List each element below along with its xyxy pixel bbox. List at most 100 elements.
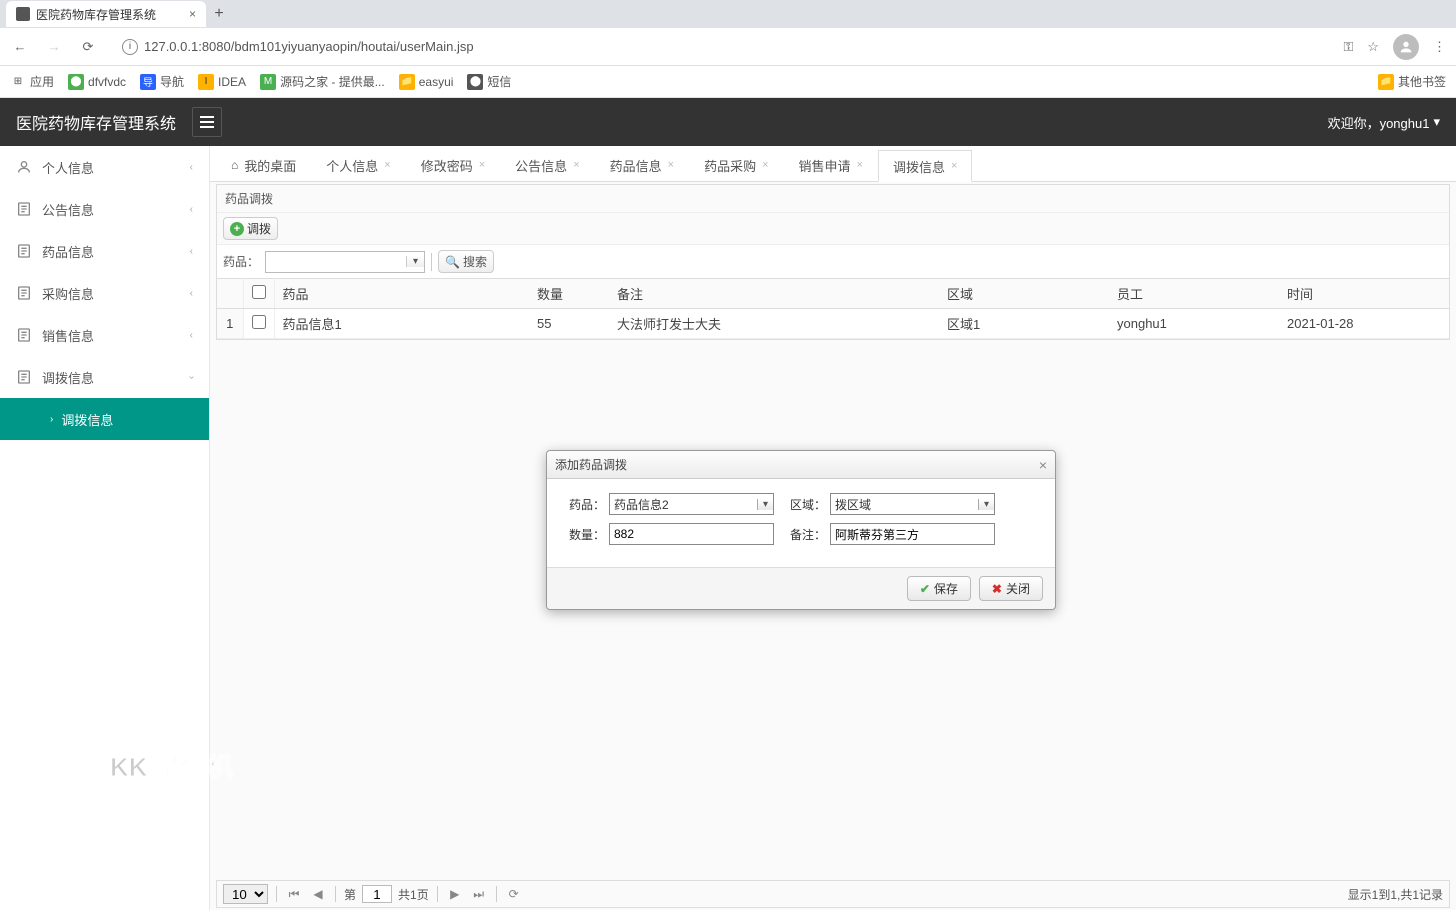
- drug-combo[interactable]: ▾: [265, 251, 425, 273]
- user-icon: [16, 159, 32, 175]
- close-icon[interactable]: ×: [668, 159, 674, 171]
- table-row[interactable]: 1 药品信息1 55 大法师打发士大夫 区域1 yonghu1 2021-01-…: [217, 309, 1449, 339]
- close-icon[interactable]: ×: [762, 159, 768, 171]
- col-time[interactable]: 时间: [1279, 279, 1449, 309]
- reload-button[interactable]: ⟳: [78, 37, 98, 57]
- user-dropdown[interactable]: 欢迎你，yonghu1 ▾: [1328, 113, 1440, 132]
- favicon: [16, 7, 30, 21]
- app-title: 医院药物库存管理系统: [16, 110, 176, 134]
- chevron-left-icon: ‹: [190, 288, 193, 299]
- new-tab-button[interactable]: +: [206, 5, 232, 23]
- page-size-select[interactable]: 10: [223, 884, 268, 904]
- sidebar-item-personal[interactable]: 个人信息 ‹: [0, 146, 209, 188]
- menu-toggle-button[interactable]: [192, 107, 222, 137]
- sidebar-item-notice[interactable]: 公告信息 ‹: [0, 188, 209, 230]
- avatar[interactable]: [1393, 34, 1419, 60]
- bookmark-item[interactable]: ⬤短信: [467, 73, 511, 90]
- filter-row: 药品： ▾ 🔍 搜索: [217, 245, 1449, 278]
- tab-desktop[interactable]: ⌂我的桌面: [216, 149, 311, 181]
- close-icon[interactable]: ×: [189, 7, 196, 21]
- star-icon[interactable]: ☆: [1367, 39, 1379, 55]
- data-table: 药品 数量 备注 区域 员工 时间 1 药品信息1: [217, 278, 1449, 339]
- chrome-menu-icon[interactable]: ⋮: [1433, 39, 1446, 55]
- col-staff[interactable]: 员工: [1109, 279, 1279, 309]
- refresh-button[interactable]: ⟳: [505, 885, 523, 903]
- sidebar-subitem-transfer[interactable]: › 调拨信息: [0, 398, 209, 440]
- tab-sales[interactable]: 销售申请×: [784, 149, 878, 181]
- tabs-bar: ⌂我的桌面 个人信息× 修改密码× 公告信息× 药品信息× 药品采购× 销售申请…: [210, 146, 1456, 182]
- bookmark-item[interactable]: 📁easyui: [399, 74, 454, 90]
- close-icon[interactable]: ×: [1039, 457, 1047, 473]
- region-select[interactable]: 拨区域 ▾: [830, 493, 995, 515]
- row-checkbox[interactable]: [252, 315, 266, 329]
- toolbar: + 调拨: [217, 213, 1449, 245]
- search-button[interactable]: 🔍 搜索: [438, 250, 494, 273]
- cancel-icon: ✖: [992, 582, 1002, 596]
- tab-password[interactable]: 修改密码×: [406, 149, 500, 181]
- tab-notice[interactable]: 公告信息×: [500, 149, 594, 181]
- chevron-left-icon: ‹: [190, 162, 193, 173]
- bookmark-item[interactable]: 导导航: [140, 73, 184, 90]
- key-icon[interactable]: ⚿: [1343, 39, 1353, 55]
- bookmark-item[interactable]: IIDEA: [198, 74, 246, 90]
- qty-label: 数量：: [561, 526, 605, 543]
- bookmark-item[interactable]: ⬤dfvfvdc: [68, 74, 126, 90]
- other-bookmarks[interactable]: 📁其他书签: [1378, 73, 1446, 90]
- url-box[interactable]: i 127.0.0.1:8080/bdm101yiyuanyaopin/hout…: [112, 33, 1329, 61]
- col-region[interactable]: 区域: [939, 279, 1109, 309]
- region-label: 区域：: [782, 496, 826, 513]
- back-button[interactable]: ←: [10, 37, 30, 57]
- dialog-title-bar[interactable]: 添加药品调拨 ×: [547, 451, 1055, 479]
- tab-transfer[interactable]: 调拨信息×: [878, 150, 972, 182]
- app-header: 医院药物库存管理系统 欢迎你，yonghu1 ▾: [0, 98, 1456, 146]
- bookmarks-bar: ⊞应用 ⬤dfvfvdc 导导航 IIDEA M源码之家 - 提供最... 📁e…: [0, 66, 1456, 98]
- filter-label: 药品：: [223, 253, 259, 270]
- apps-button[interactable]: ⊞应用: [10, 73, 54, 90]
- tab-purchase[interactable]: 药品采购×: [689, 149, 783, 181]
- col-drug[interactable]: 药品: [274, 279, 529, 309]
- prev-page-button[interactable]: ◀: [309, 885, 327, 903]
- sidebar-item-sales[interactable]: 销售信息 ‹: [0, 314, 209, 356]
- sidebar-item-purchase[interactable]: 采购信息 ‹: [0, 272, 209, 314]
- tab-personal[interactable]: 个人信息×: [311, 149, 405, 181]
- tab-bar: 医院药物库存管理系统 × +: [0, 0, 1456, 28]
- drug-select[interactable]: 药品信息2 ▾: [609, 493, 774, 515]
- save-button[interactable]: ✔ 保存: [907, 576, 971, 601]
- table-header-row: 药品 数量 备注 区域 员工 时间: [217, 279, 1449, 309]
- chevron-down-icon: ▾: [978, 499, 994, 510]
- close-button[interactable]: ✖ 关闭: [979, 576, 1043, 601]
- select-all-checkbox[interactable]: [252, 285, 266, 299]
- tab-drug[interactable]: 药品信息×: [595, 149, 689, 181]
- page-input[interactable]: [362, 885, 392, 903]
- tab-title: 医院药物库存管理系统: [36, 6, 156, 23]
- add-button[interactable]: + 调拨: [223, 217, 278, 240]
- last-page-button[interactable]: ⏭: [470, 885, 488, 903]
- sidebar-item-transfer[interactable]: 调拨信息 ‹: [0, 356, 209, 398]
- sidebar-item-drug[interactable]: 药品信息 ‹: [0, 230, 209, 272]
- document-icon: [16, 201, 32, 217]
- close-icon[interactable]: ×: [951, 160, 957, 172]
- bookmark-item[interactable]: M源码之家 - 提供最...: [260, 73, 385, 90]
- chevron-down-icon: ▾: [1433, 114, 1440, 130]
- next-page-button[interactable]: ▶: [446, 885, 464, 903]
- forward-button[interactable]: →: [44, 37, 64, 57]
- qty-input[interactable]: [609, 523, 774, 545]
- check-icon: ✔: [920, 582, 930, 596]
- first-page-button[interactable]: ⏮: [285, 885, 303, 903]
- remark-label: 备注：: [782, 526, 826, 543]
- search-icon: 🔍: [445, 255, 460, 269]
- close-icon[interactable]: ×: [384, 159, 390, 171]
- chevron-down-icon: ▾: [406, 256, 424, 267]
- col-qty[interactable]: 数量: [529, 279, 609, 309]
- remark-input[interactable]: [830, 523, 995, 545]
- add-transfer-dialog: 添加药品调拨 × 药品： 药品信息2 ▾ 区域： 拨区域 ▾ 数量：: [546, 450, 1056, 610]
- col-remark[interactable]: 备注: [609, 279, 939, 309]
- info-icon: i: [122, 39, 138, 55]
- sidebar: 个人信息 ‹ 公告信息 ‹ 药品信息 ‹ 采购信息 ‹ 销售信息 ‹: [0, 146, 210, 910]
- page-info: 显示1到1,共1记录: [1348, 886, 1443, 903]
- close-icon[interactable]: ×: [479, 159, 485, 171]
- close-icon[interactable]: ×: [857, 159, 863, 171]
- close-icon[interactable]: ×: [573, 159, 579, 171]
- chevron-left-icon: ‹: [190, 204, 193, 215]
- browser-tab[interactable]: 医院药物库存管理系统 ×: [6, 1, 206, 27]
